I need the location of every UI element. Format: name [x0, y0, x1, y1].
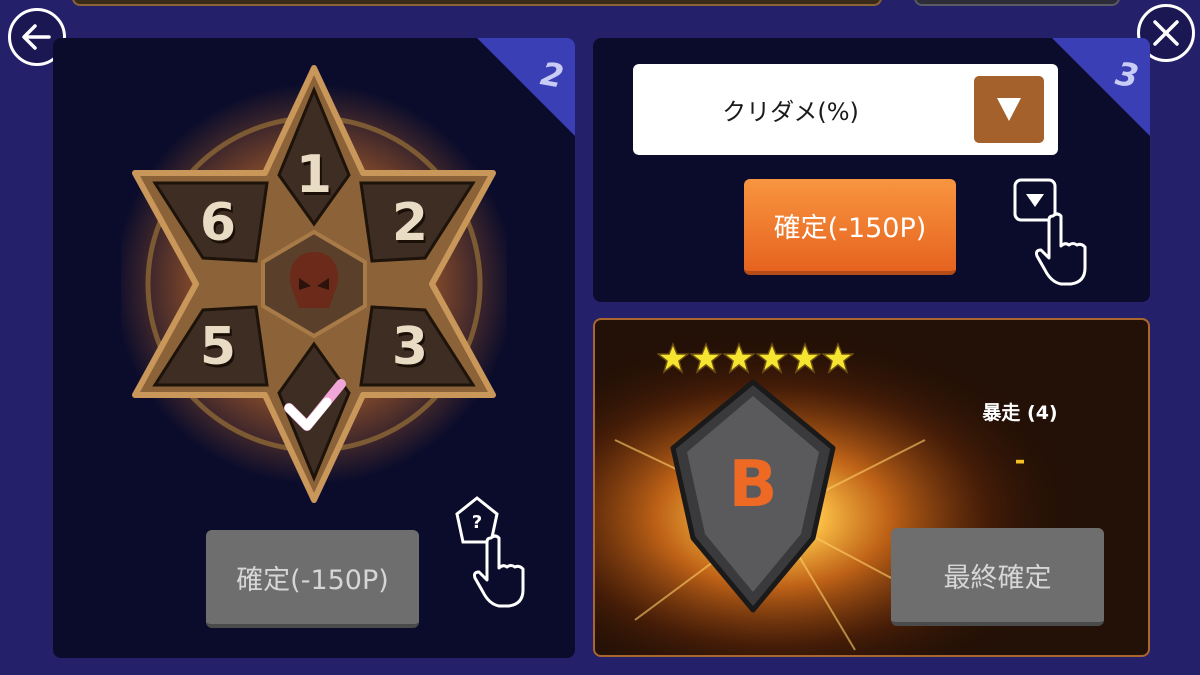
rune-slot-panel: 2 1 2 3 5 6 確定(-150P) ?: [53, 38, 575, 658]
rune-name: 暴走 (4): [982, 402, 1058, 424]
rarity-stars: [657, 342, 854, 374]
rune-stone: B: [663, 378, 843, 614]
slot-number-6[interactable]: 6: [200, 193, 236, 253]
rune-slot-hexagram: 1 2 3 5 6: [114, 56, 514, 512]
dropdown-selected-value: クリダメ(%): [722, 98, 859, 126]
option-dropdown[interactable]: クリダメ(%): [633, 64, 1058, 155]
rune-letter: B: [728, 448, 778, 522]
slot-4-checkmark-icon[interactable]: [283, 376, 347, 436]
slot-number-2[interactable]: 2: [392, 193, 428, 253]
star-icon: [690, 342, 722, 374]
final-confirm-button[interactable]: 最終確定: [891, 528, 1104, 626]
chevron-down-icon: [997, 98, 1021, 121]
result-panel: B 暴走 (4) - 最終確定: [593, 318, 1150, 657]
confirm-button-disabled[interactable]: 確定(-150P): [206, 530, 419, 628]
slot-number-1[interactable]: 1: [296, 145, 332, 205]
dropdown-toggle[interactable]: [974, 76, 1044, 143]
top-frame-right: [914, 0, 1120, 6]
star-icon: [756, 342, 788, 374]
help-tap-hint-icon[interactable]: ?: [445, 494, 545, 612]
slot-number-3[interactable]: 3: [392, 317, 428, 377]
star-icon: [657, 342, 689, 374]
slot-number-5[interactable]: 5: [200, 317, 236, 377]
confirm-button[interactable]: 確定(-150P): [744, 179, 956, 275]
option-select-panel: 3 クリダメ(%) 確定(-150P): [593, 38, 1150, 302]
svg-text:?: ?: [472, 512, 482, 533]
top-frame-left: [72, 0, 882, 6]
star-icon: [822, 342, 854, 374]
star-icon: [789, 342, 821, 374]
hexagram-frame: [114, 65, 514, 503]
dropdown-tap-hint-icon[interactable]: [1009, 176, 1109, 288]
rune-value: -: [1014, 446, 1026, 476]
star-icon: [723, 342, 755, 374]
